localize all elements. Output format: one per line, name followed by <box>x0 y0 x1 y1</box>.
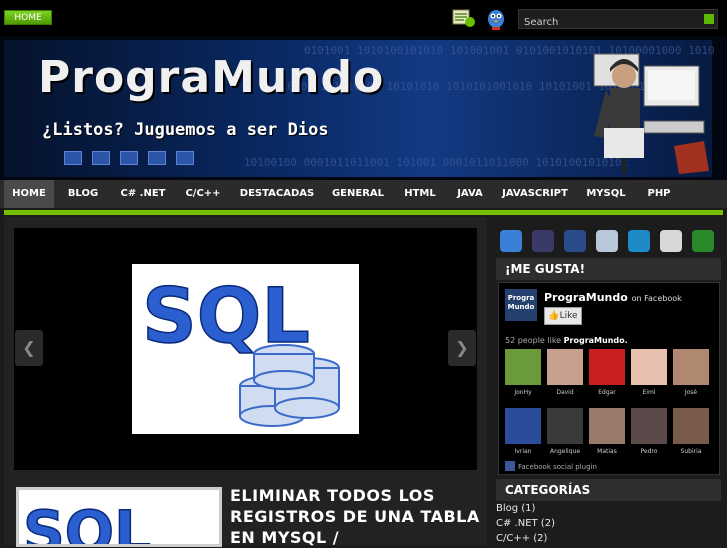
twitter-icon[interactable] <box>500 230 522 252</box>
slide-image[interactable]: SQL <box>132 264 359 434</box>
fb-like-count: 52 people like PrograMundo. <box>505 336 628 345</box>
fb-on-facebook: on Facebook <box>631 294 682 303</box>
fan-avatar[interactable]: José <box>673 349 709 396</box>
fb-plugin-footer[interactable]: Facebook social plugin <box>505 461 597 471</box>
page-logo[interactable]: Progra Mundo <box>505 289 537 321</box>
fan-avatar[interactable]: Eimi <box>631 349 667 396</box>
fb-page-name[interactable]: PrograMundo <box>544 291 628 304</box>
main-navigation: HOME BLOG C# .NET C/C++ DESTACADAS GENER… <box>0 180 727 208</box>
site-logo: PrograMundo <box>38 52 385 103</box>
rss-feed-icon[interactable] <box>452 8 476 28</box>
binary-text: 10100100 0001011011001 101001 0001011011… <box>244 156 629 169</box>
nav-accent-line <box>4 210 723 215</box>
delicious-icon[interactable] <box>532 230 554 252</box>
slider-next-button[interactable]: ❯ <box>448 330 476 366</box>
fan-avatar[interactable]: Matias <box>589 408 625 455</box>
nav-item-javascript[interactable]: JAVASCRIPT <box>496 180 574 208</box>
share-icon[interactable] <box>692 230 714 252</box>
facebook-icon[interactable] <box>564 230 586 252</box>
fb-like-button[interactable]: 👍Like <box>544 307 582 325</box>
stumbleupon-icon[interactable] <box>628 230 650 252</box>
thumbnail-sql-text: SQL <box>23 498 151 547</box>
slider-prev-button[interactable]: ❮ <box>15 330 43 366</box>
post-thumbnail[interactable]: SQL <box>16 487 222 547</box>
search-input[interactable] <box>519 13 699 32</box>
fan-avatar[interactable]: David <box>547 349 583 396</box>
fan-avatar[interactable]: JonHy <box>505 349 541 396</box>
search-box <box>518 9 718 32</box>
hacker-illustration-icon <box>593 53 709 174</box>
fan-avatar[interactable]: Subiria <box>673 408 709 455</box>
categories-heading: CATEGORÍAS <box>496 479 721 501</box>
post-title[interactable]: ELIMINAR TODOS LOS REGISTROS DE UNA TABL… <box>230 485 480 548</box>
fb-like-label: Like <box>559 311 578 321</box>
category-link[interactable]: Blog (1) <box>496 503 535 514</box>
top-home-button[interactable]: HOME <box>4 10 52 25</box>
fan-avatar[interactable]: Angelique <box>547 408 583 455</box>
site-slogan: ¿Listos? Juguemos a ser Dios <box>42 120 329 140</box>
nav-item-csharp[interactable]: C# .NET <box>112 180 174 208</box>
favorites-icon[interactable] <box>660 230 682 252</box>
thumbs-up-icon: 👍 <box>548 311 560 321</box>
fan-avatar[interactable]: Edgar <box>589 349 625 396</box>
category-link[interactable]: C/C++ (2) <box>496 533 547 544</box>
fan-avatar[interactable]: Ivrian <box>505 408 541 455</box>
decorative-squares <box>64 150 204 169</box>
nav-item-html[interactable]: HTML <box>395 180 445 208</box>
facebook-like-box: Progra Mundo PrograMundo on Facebook 👍Li… <box>498 282 720 475</box>
nav-item-home[interactable]: HOME <box>4 180 54 208</box>
category-link[interactable]: C# .NET (2) <box>496 518 555 529</box>
nav-item-java[interactable]: JAVA <box>450 180 490 208</box>
fan-avatar[interactable]: Pedro <box>631 408 667 455</box>
nav-item-general[interactable]: GENERAL <box>326 180 390 208</box>
nav-item-mysql[interactable]: MYSQL <box>580 180 632 208</box>
search-button[interactable] <box>704 14 714 24</box>
like-widget-heading: ¡ME GUSTA! <box>496 258 721 280</box>
top-bar: HOME <box>0 0 727 36</box>
digg-icon[interactable] <box>596 230 618 252</box>
nav-item-c-cpp[interactable]: C/C++ <box>179 180 227 208</box>
header-banner[interactable]: 0101001 1010100101010 101001001 01010010… <box>0 36 727 180</box>
fb-page-header: PrograMundo on Facebook <box>544 291 682 304</box>
twitter-bird-icon[interactable] <box>486 8 506 30</box>
nav-item-destacadas[interactable]: DESTACADAS <box>233 180 321 208</box>
nav-item-php[interactable]: PHP <box>638 180 680 208</box>
thumbnail-sql-icon: SQL <box>22 497 152 547</box>
nav-item-blog[interactable]: BLOG <box>59 180 107 208</box>
banner-background: 0101001 1010100101010 101001001 01010010… <box>4 40 715 177</box>
sql-database-icon: SQL <box>141 270 340 427</box>
facebook-small-icon <box>505 461 515 471</box>
